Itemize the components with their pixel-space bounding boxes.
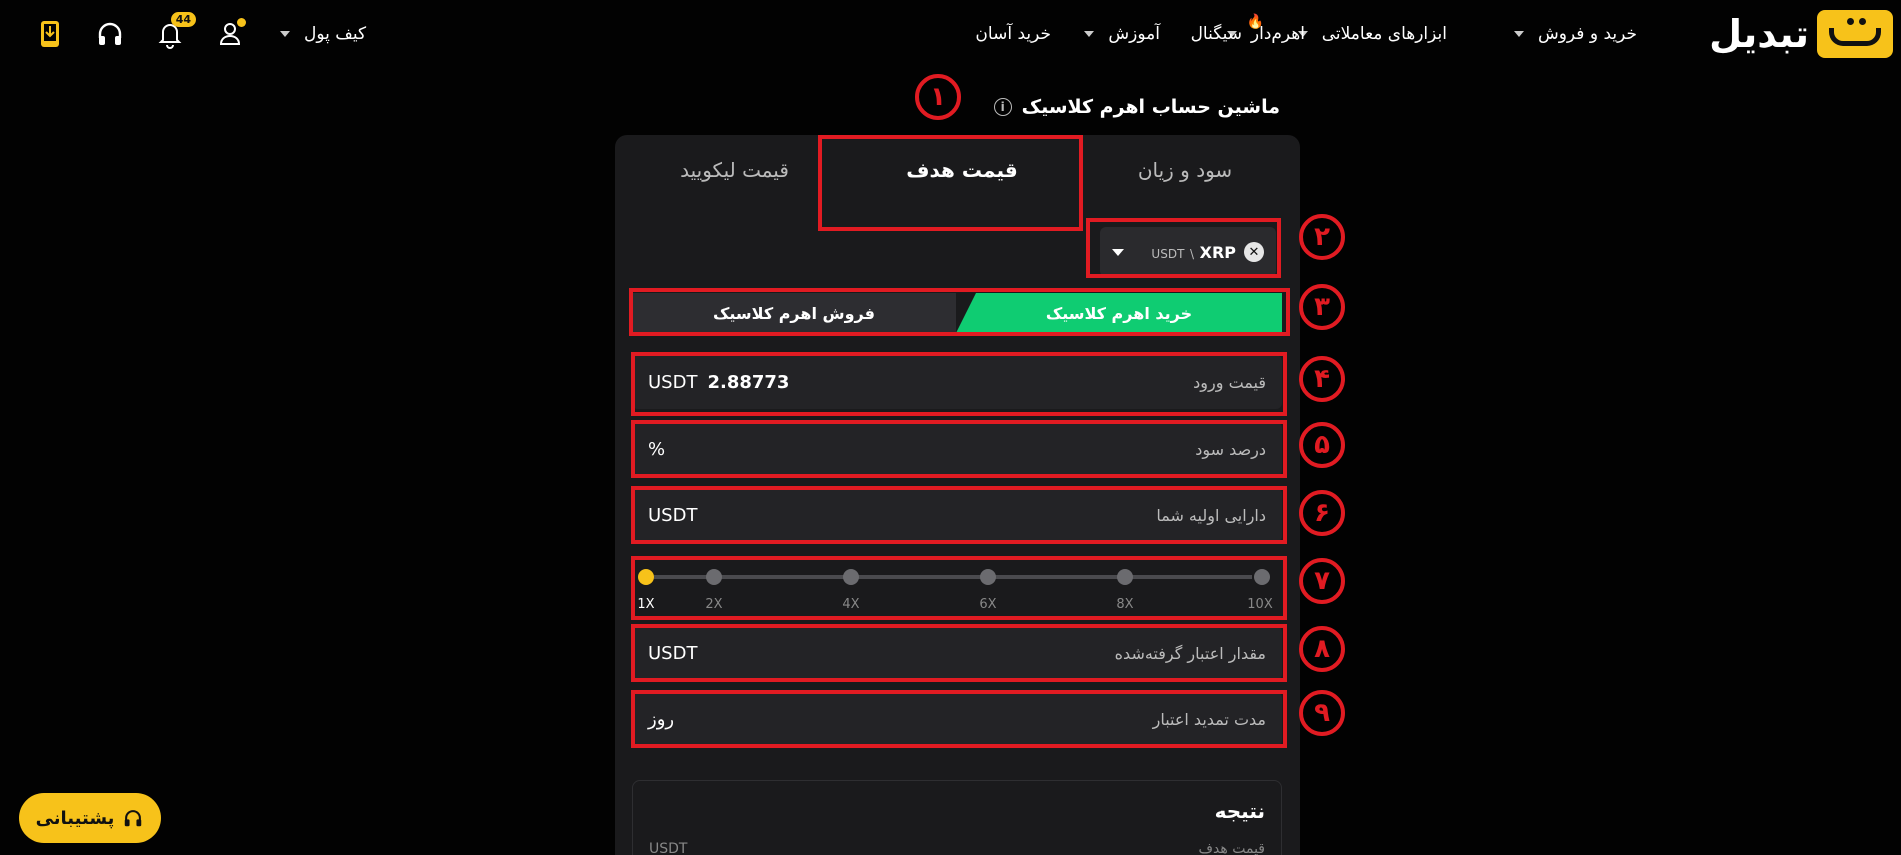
- result-title: نتیجه: [1214, 799, 1265, 823]
- tick-label-10x: 10X: [1247, 597, 1273, 612]
- leverage-slider[interactable]: 1X 2X 4X 6X 8X 10X: [632, 557, 1282, 612]
- pair-name: USDT \ XRP: [1151, 242, 1236, 262]
- page-title: ماشین حساب اهرم کلاسیک i: [993, 96, 1280, 118]
- notification-count-badge: 44: [170, 12, 196, 27]
- logo[interactable]: تبدیل: [1709, 10, 1893, 58]
- headset-icon: [125, 810, 142, 827]
- borrowed-amount-label: مقدار اعتبار گرفته‌شده: [1114, 643, 1266, 663]
- result-panel: نتیجه قیمت هدف USDT: [632, 780, 1282, 855]
- entry-price-unit: USDT: [648, 371, 698, 393]
- slider-track: [654, 575, 1252, 579]
- user-icon[interactable]: [214, 18, 246, 50]
- top-header: تبدیل خرید و فروش ابزارهای معاملاتی 🔥 اهر…: [0, 0, 1901, 68]
- slider-stop-6x[interactable]: [980, 569, 996, 585]
- headset-icon[interactable]: [94, 18, 126, 50]
- extension-duration-field[interactable]: روز مدت تمدید اعتبار: [632, 692, 1282, 746]
- logo-mark-icon: [1817, 10, 1893, 58]
- annotation-number-2: ۲: [1299, 214, 1345, 260]
- slider-stop-10x[interactable]: [1254, 569, 1270, 585]
- app-download-icon[interactable]: [34, 18, 66, 50]
- profit-percent-unit: %: [648, 438, 666, 460]
- borrowed-amount-unit: USDT: [648, 642, 698, 664]
- nav-item-trading-tools[interactable]: ابزارهای معاملاتی: [1297, 0, 1447, 68]
- profit-percent-label: درصد سود: [1195, 439, 1266, 459]
- wallet-menu[interactable]: کیف پول: [280, 0, 366, 68]
- info-icon[interactable]: i: [993, 98, 1012, 116]
- annotation-number-4: ۴: [1299, 356, 1345, 402]
- annotation-number-5: ۵: [1299, 422, 1345, 468]
- support-label: پشتیبانی: [35, 807, 115, 829]
- annotation-number-3: ۳: [1299, 284, 1345, 330]
- support-button[interactable]: پشتیبانی: [19, 793, 161, 843]
- annotation-number-6: ۶: [1299, 490, 1345, 536]
- result-target-unit: USDT: [649, 841, 688, 855]
- bell-icon[interactable]: 44: [154, 12, 196, 50]
- calculator-tabs: سود و زیان قیمت هدف قیمت لیکویید: [615, 135, 1300, 205]
- entry-price-label: قیمت ورود: [1193, 372, 1266, 392]
- fire-icon: 🔥: [1246, 14, 1265, 30]
- tick-label-4x: 4X: [842, 597, 860, 612]
- pair-selector[interactable]: ✕ USDT \ XRP: [1100, 227, 1276, 277]
- tab-liquidation-price[interactable]: قیمت لیکویید: [615, 135, 854, 205]
- xrp-coin-icon: ✕: [1244, 242, 1264, 262]
- result-target-label: قیمت هدف: [1198, 841, 1265, 855]
- nav-item-easy-buy[interactable]: خرید آسان: [975, 0, 1051, 68]
- borrowed-amount-field[interactable]: USDT مقدار اعتبار گرفته‌شده: [632, 626, 1282, 680]
- user-notification-dot: [237, 18, 246, 27]
- profit-percent-field[interactable]: % درصد سود: [632, 422, 1282, 476]
- tick-label-8x: 8X: [1116, 597, 1134, 612]
- chevron-down-icon: [1513, 31, 1524, 37]
- buy-classic-leverage-button[interactable]: خرید اهرم کلاسیک: [956, 293, 1282, 333]
- annotation-number-7: ۷: [1299, 558, 1345, 604]
- logo-text: تبدیل: [1709, 12, 1809, 56]
- annotation-number-1: ۱: [915, 74, 961, 120]
- entry-price-value: 2.88773: [707, 371, 790, 393]
- entry-price-field[interactable]: USDT 2.88773 قیمت ورود: [632, 355, 1282, 409]
- slider-stop-2x[interactable]: [706, 569, 722, 585]
- initial-asset-unit: USDT: [648, 504, 698, 526]
- slider-knob-1x[interactable]: [638, 569, 654, 585]
- nav-item-learning[interactable]: آموزش: [1084, 0, 1160, 68]
- tick-label-2x: 2X: [705, 597, 723, 612]
- chevron-down-icon: [1112, 248, 1124, 256]
- nav-item-signal[interactable]: سیگنال: [1191, 0, 1242, 68]
- chevron-down-icon: [1084, 31, 1095, 37]
- nav-item-buy-sell[interactable]: خرید و فروش: [1513, 0, 1637, 68]
- extension-duration-label: مدت تمدید اعتبار: [1152, 709, 1266, 729]
- side-toggle: فروش اهرم کلاسیک خرید اهرم کلاسیک: [632, 293, 1282, 333]
- slider-stop-4x[interactable]: [843, 569, 859, 585]
- extension-duration-unit: روز: [648, 708, 675, 730]
- tick-label-6x: 6X: [979, 597, 997, 612]
- initial-asset-field[interactable]: USDT دارایی اولیه شما: [632, 488, 1282, 542]
- tab-profit-loss[interactable]: سود و زیان: [1070, 135, 1300, 205]
- sell-classic-leverage-button[interactable]: فروش اهرم کلاسیک: [632, 293, 956, 333]
- calculator-card: سود و زیان قیمت هدف قیمت لیکویید ✕ USDT …: [615, 135, 1300, 855]
- tab-target-price[interactable]: قیمت هدف: [854, 135, 1070, 205]
- annotation-number-8: ۸: [1299, 626, 1345, 672]
- tick-label-1x: 1X: [637, 597, 655, 612]
- annotation-number-9: ۹: [1299, 690, 1345, 736]
- initial-asset-label: دارایی اولیه شما: [1156, 505, 1266, 525]
- slider-stop-8x[interactable]: [1117, 569, 1133, 585]
- chevron-down-icon: [280, 31, 290, 37]
